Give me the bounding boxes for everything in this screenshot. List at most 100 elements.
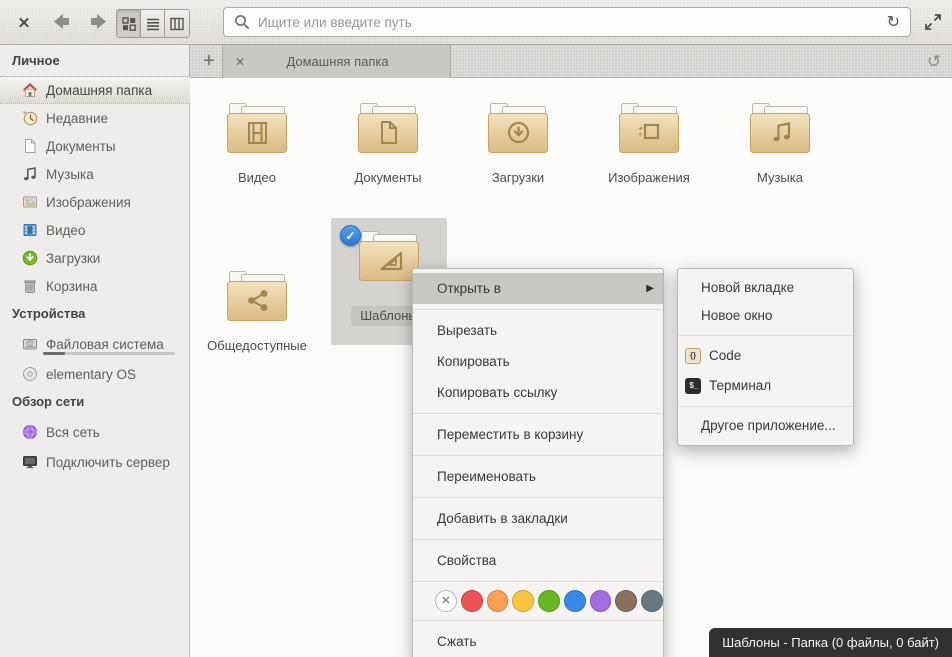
music-icon	[24, 167, 36, 181]
color-tag-orange[interactable]	[486, 590, 509, 612]
folder-videos-icon	[227, 103, 287, 153]
sidebar-item-label: Музыка	[46, 166, 94, 182]
color-tag-green[interactable]	[538, 590, 560, 612]
grid-view-icon	[121, 16, 136, 31]
home-icon	[23, 83, 37, 97]
refresh-button[interactable]: ↻	[883, 12, 910, 32]
back-button[interactable]	[46, 8, 78, 37]
folder-music[interactable]: Музыка	[720, 100, 840, 187]
sidebar: Личное Домашняя папка Недавние Документы	[0, 45, 190, 657]
column-view-icon	[170, 17, 184, 30]
folder-pictures-icon	[619, 103, 679, 153]
sidebar-item-downloads[interactable]: Загрузки	[0, 244, 190, 272]
folder-documents[interactable]: Документы	[328, 100, 448, 187]
submenu-item-terminal[interactable]: $_ Терминал	[678, 371, 853, 401]
menu-item-cut[interactable]: Вырезать	[413, 315, 663, 346]
menu-item-properties[interactable]: Свойства	[413, 545, 663, 576]
submenu-item-other-app[interactable]: Другое приложение...	[678, 412, 853, 440]
sidebar-item-label: Загрузки	[46, 250, 101, 266]
code-app-icon: {}	[685, 348, 701, 364]
color-tag-blue[interactable]	[563, 590, 586, 612]
menu-separator	[413, 309, 663, 310]
sidebar-item-connect-server[interactable]: Подключить сервер	[0, 448, 190, 476]
menu-separator	[413, 455, 663, 456]
folder-videos[interactable]: Видео	[197, 100, 317, 187]
color-tag-purple[interactable]	[589, 590, 612, 612]
back-arrow-icon	[54, 13, 69, 29]
grid-view-button[interactable]	[117, 10, 141, 37]
sidebar-item-label: Файловая система	[46, 336, 164, 352]
sidebar-header-network: Обзор сети	[12, 394, 85, 409]
folder-documents-icon	[358, 103, 418, 153]
menu-item-compress[interactable]: Сжать	[413, 626, 663, 657]
submenu-item-new-window[interactable]: Новое окно	[678, 302, 853, 330]
sidebar-item-label: Изображения	[46, 194, 131, 210]
submenu-item-code[interactable]: {} Code	[678, 341, 853, 371]
list-view-button[interactable]	[141, 10, 165, 37]
sidebar-item-videos[interactable]: Видео	[0, 216, 190, 244]
sidebar-item-entire-network[interactable]: Вся сеть	[0, 418, 190, 446]
folder-music-icon	[750, 103, 810, 153]
color-tag-clear[interactable]: ✕	[435, 590, 457, 612]
disc-icon	[23, 367, 37, 381]
document-icon	[25, 139, 36, 153]
status-overlay: Шаблоны - Папка (0 файлы, 0 байт)	[709, 628, 952, 657]
color-tag-red[interactable]	[460, 590, 483, 612]
folder-public[interactable]: Общедоступные	[197, 268, 317, 355]
sidebar-item-trash[interactable]: Корзина	[0, 272, 190, 300]
sidebar-item-label: Домашняя папка	[46, 82, 153, 98]
folder-public-icon	[227, 271, 287, 321]
menu-separator	[413, 581, 663, 582]
sidebar-item-music[interactable]: Музыка	[0, 160, 190, 188]
menu-item-rename[interactable]: Переименовать	[413, 461, 663, 492]
folder-label: Загрузки	[491, 170, 545, 185]
sidebar-header-devices: Устройства	[12, 306, 86, 321]
sidebar-item-documents[interactable]: Документы	[0, 132, 190, 160]
search-icon	[235, 15, 250, 30]
color-tag-yellow[interactable]	[512, 590, 535, 612]
menu-item-move-to-trash[interactable]: Переместить в корзину	[413, 419, 663, 450]
sidebar-item-recent[interactable]: Недавние	[0, 104, 190, 132]
videos-icon	[23, 224, 37, 236]
column-view-button[interactable]	[165, 10, 189, 37]
list-view-icon	[146, 18, 159, 30]
tab-label: Домашняя папка	[286, 54, 389, 69]
folder-pictures[interactable]: Изображения	[589, 100, 709, 187]
sidebar-item-pictures[interactable]: Изображения	[0, 188, 190, 216]
selected-check-badge: ✓	[340, 225, 361, 246]
tab-close-button[interactable]: ✕	[223, 55, 253, 69]
sidebar-item-label: Видео	[46, 222, 86, 238]
files-window: ✕ Ищите или введите путь ↻ + ✕ Домашняя …	[0, 0, 952, 657]
search-bar: ↻	[223, 7, 911, 37]
sidebar-item-label: Подключить сервер	[46, 454, 170, 470]
network-globe-icon	[22, 424, 38, 440]
window-close-button[interactable]: ✕	[8, 0, 40, 45]
menu-item-open-with[interactable]: Открыть в ▶	[413, 273, 663, 304]
tab-home-folder[interactable]: ✕ Домашняя папка	[222, 45, 451, 78]
folder-label: Изображения	[608, 170, 690, 185]
folder-downloads-icon	[488, 103, 548, 153]
menu-item-add-bookmark[interactable]: Добавить в закладки	[413, 503, 663, 534]
color-tag-brown[interactable]	[615, 590, 638, 612]
menu-item-copy[interactable]: Копировать	[413, 346, 663, 377]
new-tab-button[interactable]: +	[196, 47, 222, 75]
forward-button[interactable]	[82, 8, 114, 37]
maximize-icon	[925, 13, 941, 30]
menu-separator	[413, 413, 663, 414]
color-tag-slate[interactable]	[641, 590, 664, 612]
maximize-button[interactable]	[920, 11, 946, 35]
history-button[interactable]: ↺	[920, 48, 948, 75]
view-switcher	[116, 9, 190, 38]
server-monitor-icon	[23, 456, 37, 469]
submenu-item-new-tab[interactable]: Новой вкладке	[678, 274, 853, 302]
folder-downloads[interactable]: Загрузки	[458, 100, 578, 187]
trash-icon	[24, 280, 36, 293]
sidebar-item-label: elementary OS	[46, 366, 137, 382]
sidebar-item-home[interactable]: Домашняя папка	[0, 76, 190, 104]
sidebar-item-label: Корзина	[46, 278, 98, 294]
search-input[interactable]	[250, 9, 883, 35]
downloads-icon	[22, 250, 38, 266]
sidebar-item-elementary-os[interactable]: elementary OS	[0, 360, 190, 388]
menu-item-copy-link[interactable]: Копировать ссылку	[413, 377, 663, 408]
context-menu: Открыть в ▶ Вырезать Копировать Копирова…	[412, 268, 664, 657]
